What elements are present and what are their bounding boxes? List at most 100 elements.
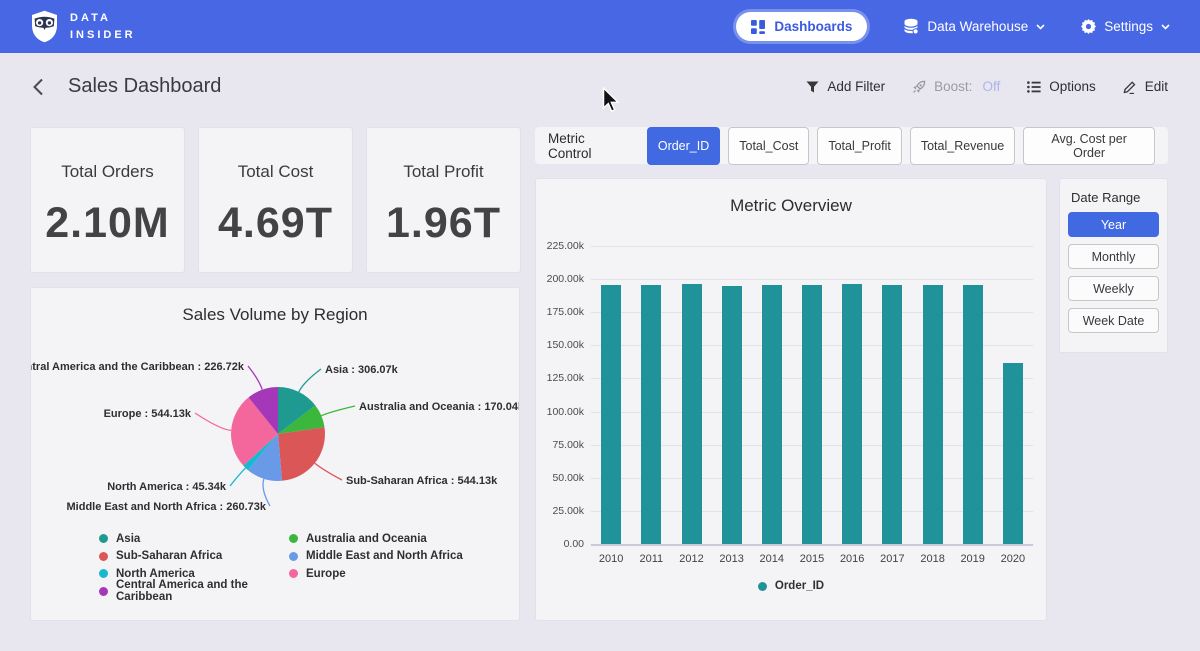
- bar-2014[interactable]: [762, 285, 782, 544]
- pie-label-asia: Asia : 306.07k: [325, 364, 399, 376]
- bar-2019[interactable]: [963, 285, 983, 544]
- x-axis-label-2020: 2020: [993, 553, 1033, 565]
- x-axis-line: [591, 544, 1033, 546]
- metric-chip-order-id[interactable]: Order_ID: [647, 127, 720, 165]
- filter-funnel-icon: [806, 81, 819, 93]
- kpi-label: Total Cost: [199, 162, 352, 182]
- pie-slice-sub-saharan-africa[interactable]: [278, 427, 325, 481]
- bar-2018[interactable]: [923, 285, 943, 544]
- bar-2015[interactable]: [802, 285, 822, 544]
- pie-callout-line: [315, 463, 342, 480]
- date-range-label: Date Range: [1071, 190, 1159, 205]
- pie-label-north-america: North America : 45.34k: [107, 481, 227, 493]
- metric-chip-total-profit[interactable]: Total_Profit: [817, 127, 902, 165]
- metric-chip-avg-cost-per-order[interactable]: Avg. Cost per Order: [1023, 127, 1155, 165]
- pie-legend-item-australia-and-oceania[interactable]: Australia and Oceania: [289, 532, 463, 545]
- bar-2010[interactable]: [601, 285, 621, 544]
- add-filter-label: Add Filter: [827, 79, 885, 94]
- x-axis-label-2015: 2015: [792, 553, 832, 565]
- metric-chip-group: Order_IDTotal_CostTotal_ProfitTotal_Reve…: [647, 127, 1155, 165]
- page-header: Sales Dashboard Add Filter Boost:Off Opt: [0, 53, 1200, 120]
- date-range-button-week-date[interactable]: Week Date: [1068, 308, 1159, 333]
- legend-dot: [99, 587, 108, 596]
- y-axis-tick: 100.00k: [536, 406, 584, 418]
- bar-2011[interactable]: [641, 285, 661, 544]
- database-icon: [903, 18, 919, 35]
- pie-legend: Asia Australia and Oceania Sub-Saharan Afr…: [99, 532, 463, 598]
- pie-legend-item-europe[interactable]: Europe: [289, 567, 463, 580]
- pie-legend-item-middle-east-and-north-africa[interactable]: Middle East and North Africa: [289, 550, 463, 563]
- boost-label: Boost:: [934, 79, 972, 94]
- pie-label-central-america-and-the-caribbean: Central America and the Caribbean : 226.…: [31, 361, 245, 373]
- pie-label-europe: Europe : 544.13k: [104, 408, 192, 420]
- metric-chip-total-revenue[interactable]: Total_Revenue: [910, 127, 1015, 165]
- back-button[interactable]: [32, 78, 44, 96]
- legend-label: Australia and Oceania: [306, 533, 427, 545]
- bar-chart-title: Metric Overview: [536, 196, 1046, 216]
- bar-2020[interactable]: [1003, 363, 1023, 544]
- pie-label-middle-east-and-north-africa: Middle East and North Africa : 260.73k: [67, 501, 267, 513]
- data-warehouse-nav-item[interactable]: Data Warehouse: [903, 18, 1045, 35]
- kpi-label: Total Orders: [31, 162, 184, 182]
- y-axis-tick: 0.00: [536, 538, 584, 550]
- add-filter-button[interactable]: Add Filter: [806, 79, 885, 94]
- legend-series-label: Order_ID: [775, 580, 824, 592]
- options-button[interactable]: Options: [1027, 79, 1096, 94]
- pie-label-sub-saharan-africa: Sub-Saharan Africa : 544.13k: [346, 475, 498, 487]
- metric-control-label: Metric Control: [548, 131, 632, 161]
- y-axis-tick: 75.00k: [536, 439, 584, 451]
- dashboards-nav-button[interactable]: Dashboards: [736, 12, 867, 41]
- bar-2013[interactable]: [722, 286, 742, 545]
- pie-legend-item-asia[interactable]: Asia: [99, 532, 289, 545]
- legend-dot: [99, 569, 108, 578]
- pie-callout-line: [321, 406, 355, 416]
- boost-toggle[interactable]: Boost: Off: [912, 79, 1000, 94]
- date-range-button-weekly[interactable]: Weekly: [1068, 276, 1159, 301]
- pie-callout-line: [248, 366, 262, 390]
- legend-dot: [289, 534, 298, 543]
- top-nav: DATA INSIDER Dashboards Data Warehouse: [0, 0, 1200, 53]
- bar-2017[interactable]: [882, 285, 902, 544]
- pie-chart-card: Sales Volume by Region Asia : 306.07kAus…: [30, 287, 520, 621]
- y-axis-tick: 200.00k: [536, 273, 584, 285]
- page-title: Sales Dashboard: [68, 75, 221, 98]
- chevron-down-icon: [1161, 24, 1170, 30]
- x-axis-label-2012: 2012: [671, 553, 711, 565]
- bar-2012[interactable]: [682, 284, 702, 544]
- date-range-button-monthly[interactable]: Monthly: [1068, 244, 1159, 269]
- legend-dot: [289, 552, 298, 561]
- kpi-value: 1.96T: [367, 199, 520, 248]
- pie-callout-line: [299, 369, 321, 392]
- metric-chip-total-cost[interactable]: Total_Cost: [728, 127, 809, 165]
- settings-nav-item[interactable]: Settings: [1081, 19, 1170, 34]
- kpi-value: 2.10M: [31, 199, 184, 248]
- y-axis-tick: 175.00k: [536, 306, 584, 318]
- pencil-icon: [1123, 80, 1137, 94]
- y-axis-tick: 125.00k: [536, 372, 584, 384]
- bar-chart-card: Metric Overview 0.0025.00k50.00k75.00k10…: [535, 178, 1047, 621]
- boost-state: Off: [982, 79, 1000, 94]
- date-range-button-year[interactable]: Year: [1068, 212, 1159, 237]
- x-axis-label-2017: 2017: [872, 553, 912, 565]
- pie-legend-item-central-america-and-the-caribbean[interactable]: Central America and the Caribbean: [99, 585, 289, 598]
- y-axis-tick: 25.00k: [536, 505, 584, 517]
- data-warehouse-label: Data Warehouse: [927, 19, 1028, 34]
- bar-chart-legend[interactable]: Order_ID: [536, 580, 1046, 592]
- pie-legend-item-sub-saharan-africa[interactable]: Sub-Saharan Africa: [99, 550, 289, 563]
- x-axis-label-2019: 2019: [953, 553, 993, 565]
- x-axis-label-2016: 2016: [832, 553, 872, 565]
- legend-dot: [99, 552, 108, 561]
- legend-dot: [99, 534, 108, 543]
- legend-dot: [758, 582, 767, 591]
- date-range-button-group: Year Monthly Weekly Week Date: [1068, 212, 1159, 333]
- pie-callout-line: [195, 413, 231, 430]
- kpi-card-total-cost: Total Cost 4.69T: [198, 127, 353, 273]
- options-label: Options: [1049, 79, 1096, 94]
- legend-label: North America: [116, 568, 195, 580]
- kpi-label: Total Profit: [367, 162, 520, 182]
- y-axis-tick: 150.00k: [536, 339, 584, 351]
- edit-button[interactable]: Edit: [1123, 79, 1168, 94]
- bar-2016[interactable]: [842, 284, 862, 544]
- kpi-card-total-orders: Total Orders 2.10M: [30, 127, 185, 273]
- kpi-value: 4.69T: [199, 199, 352, 248]
